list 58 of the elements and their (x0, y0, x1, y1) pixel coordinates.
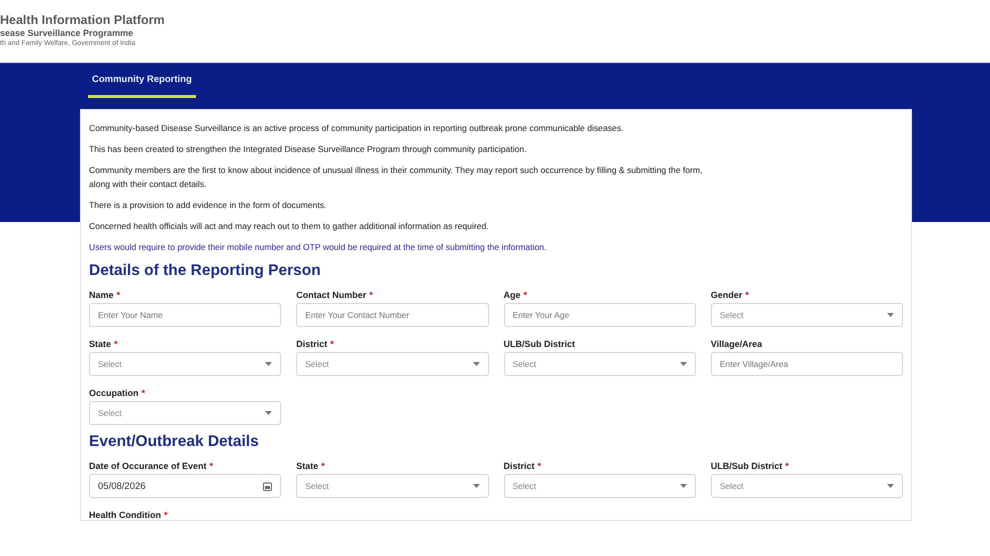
select-field[interactable]: Select (710, 474, 903, 498)
field-label: Date of Occurance of Event (89, 461, 207, 471)
text-field[interactable]: Enter Your Name (89, 303, 282, 327)
notice-text: Users would require to provide their mobile number and OTP would be required at the time of submitting the information. (89, 241, 548, 254)
select-field[interactable]: Select (504, 474, 696, 498)
caret-icon (680, 362, 687, 366)
caret-icon (472, 484, 480, 488)
required-mark: * (321, 461, 325, 471)
calendar-icon[interactable] (263, 482, 272, 490)
section-heading: Details of the Reporting Person (89, 262, 322, 280)
caret-icon (887, 313, 894, 317)
field-label: ULB/Sub District (710, 461, 782, 471)
field-label: Gender (710, 290, 742, 300)
select-field[interactable]: Select (710, 303, 903, 327)
intro-text: Community members are the first to know about incidence of unusual illness in their community. They may report such occurrence by filling & submitting the form, along with their contact details. (89, 164, 704, 191)
date-field[interactable]: 05/08/2026 (89, 474, 282, 498)
field-label: Health Condition (89, 510, 161, 520)
caret-icon (472, 362, 480, 366)
caret-icon (680, 484, 687, 488)
text-field[interactable]: Enter Village/Area (710, 352, 903, 376)
required-mark: * (369, 290, 373, 300)
intro-text: There is a provision to add evidence in the form of documents. (89, 199, 328, 212)
field-label: Occupation (89, 388, 139, 398)
field-label: State (89, 339, 112, 349)
select-field[interactable]: Select (89, 352, 282, 376)
platform-title: Health Information Platform (0, 13, 166, 27)
intro-text: Concerned health officials will act and may reach out to them to gather additional information as required. (89, 220, 490, 233)
text-field[interactable]: Enter Your Age (504, 303, 696, 327)
field-label: District (504, 461, 535, 471)
field-label: ULB/Sub District (504, 339, 576, 349)
required-mark: * (210, 461, 214, 471)
field-label: Name (89, 290, 114, 300)
required-mark: * (330, 339, 334, 349)
required-mark: * (116, 290, 120, 300)
caret-icon (265, 362, 272, 366)
required-mark: * (538, 461, 542, 471)
select-field[interactable]: Select (89, 401, 282, 425)
required-mark: * (114, 339, 118, 349)
caret-icon (887, 484, 894, 488)
field-label: District (296, 339, 328, 349)
programme-name: sease Surveillance Programme (0, 27, 134, 39)
intro-text: Community-based Disease Surveillance is an active process of community participation in reporting outbreak prone communicable diseases. (89, 122, 625, 135)
required-mark: * (164, 510, 168, 520)
intro-text: This has been created to strengthen the Integrated Disease Surveillance Program through community participation. (89, 143, 528, 156)
caret-icon (265, 411, 272, 415)
select-field[interactable]: Select (296, 352, 488, 376)
field-label: Age (504, 290, 521, 300)
required-mark: * (142, 388, 146, 398)
required-mark: * (524, 290, 528, 300)
section-heading: Event/Outbreak Details (89, 433, 260, 451)
field-label: Village/Area (710, 339, 762, 349)
field-label: Contact Number (296, 290, 366, 300)
required-mark: * (785, 461, 789, 471)
select-field[interactable]: Select (504, 352, 696, 376)
field-label: State (296, 461, 318, 471)
select-field[interactable]: Select (296, 474, 488, 498)
text-field[interactable]: Enter Your Contact Number (296, 303, 488, 327)
required-mark: * (745, 290, 749, 300)
